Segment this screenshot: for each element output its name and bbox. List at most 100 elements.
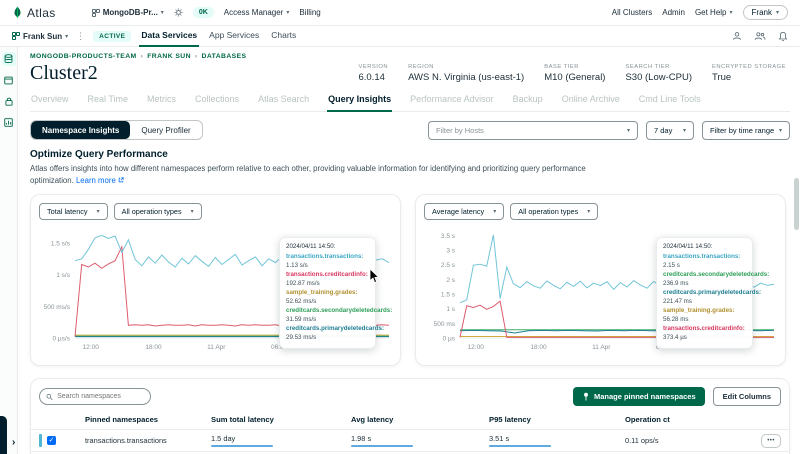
learn-more-link[interactable]: Learn more [76, 176, 124, 185]
cluster-header: Cluster2 VERSION6.0.14REGIONAWS N. Virgi… [30, 62, 790, 85]
access-manager-menu[interactable]: Access Manager ▾ [224, 8, 290, 17]
filter-hosts-select[interactable]: Filter by Hosts ▾ [428, 121, 638, 140]
breadcrumb-separator: › [195, 53, 198, 60]
segment-query-profiler[interactable]: Query Profiler [130, 121, 201, 139]
operation-type-select[interactable]: All operation types ▾ [510, 203, 598, 220]
sidebar-item-security[interactable] [2, 94, 16, 108]
y-axis-tick: 3.5 s [441, 233, 456, 240]
x-axis-tick: 18:00 [530, 344, 547, 351]
cluster-tab-metrics[interactable]: Metrics [146, 89, 177, 112]
filter-period-select[interactable]: 7 day ▾ [646, 121, 694, 140]
latency-charts: Total latency ▾ All operation types ▾ 1.… [30, 194, 790, 366]
filter-hosts-placeholder: Filter by Hosts [436, 126, 484, 135]
bell-icon[interactable] [778, 31, 788, 42]
search-input[interactable] [57, 393, 144, 400]
tooltip-timestamp: 2024/04/11 14:50: [663, 243, 746, 252]
tab-app-services[interactable]: App Services [207, 26, 261, 47]
cluster-tab-performance-advisor[interactable]: Performance Advisor [409, 89, 495, 112]
column-header[interactable]: P95 latency [489, 415, 625, 424]
project-options-icon[interactable]: ⋮ [76, 31, 85, 42]
row-checkbox[interactable]: ✓ [47, 436, 56, 445]
chart-plot-area[interactable]: 3.5 s3 s2.5 s2 s1.5 s1 s500 ms0 µs12:001… [424, 223, 777, 351]
y-axis-tick: 1.5 s [441, 292, 456, 299]
sidebar-item-database[interactable] [2, 52, 16, 66]
tooltip-item: sample_training.grades: 56.28 ms [663, 307, 746, 325]
tab-charts[interactable]: Charts [269, 26, 298, 47]
column-header[interactable]: Operation ct [625, 415, 729, 424]
table-actions: Manage pinned namespaces Edit Columns [573, 387, 781, 406]
org-name: MongoDB-Pr... [103, 8, 158, 17]
edit-columns-button[interactable]: Edit Columns [713, 387, 781, 406]
cluster-stats: VERSION6.0.14REGIONAWS N. Virginia (us-e… [358, 64, 790, 83]
namespace-name[interactable]: transactions.transactions [85, 436, 211, 445]
breadcrumb-link[interactable]: FRANK SUN [147, 53, 191, 60]
breadcrumb-separator: › [141, 53, 144, 60]
breadcrumb-link[interactable]: DATABASES [202, 53, 247, 60]
metric-select-value: Average latency [432, 207, 484, 216]
segment-namespace-insights[interactable]: Namespace Insights [31, 121, 130, 139]
cluster-stat: BASE TIERM10 (General) [544, 64, 605, 83]
project-icon [12, 32, 20, 40]
row-actions-button[interactable]: ••• [761, 434, 781, 448]
billing-label: Billing [299, 8, 320, 17]
org-icon [92, 9, 100, 17]
cluster-tab-online-archive[interactable]: Online Archive [561, 89, 621, 112]
column-header[interactable]: Sum total latency [211, 415, 351, 424]
y-axis-tick: 1 s [446, 306, 455, 313]
org-selector[interactable]: MongoDB-Pr... ▾ [92, 8, 164, 17]
team-icon[interactable] [754, 31, 766, 41]
learn-more-label: Learn more [76, 176, 116, 185]
stat-value: 6.0.14 [358, 72, 388, 83]
cluster-tab-atlas-search[interactable]: Atlas Search [257, 89, 310, 112]
tab-label: App Services [209, 30, 259, 40]
search-icon [46, 393, 53, 401]
operation-type-select[interactable]: All operation types ▾ [114, 203, 202, 220]
table-body: ✓transactions.transactions1.5 day1.98 s3… [31, 430, 789, 454]
cluster-tab-real-time[interactable]: Real Time [87, 89, 130, 112]
user-menu[interactable]: Frank ▾ [743, 5, 788, 20]
metric-select[interactable]: Average latency ▾ [424, 203, 504, 220]
tooltip-item: transactions.creditcardinfo: 373.4 µs [663, 325, 746, 343]
scrollbar-thumb[interactable] [794, 178, 799, 230]
breadcrumb-link[interactable]: MONGODB-PRODUCTS-TEAM [30, 53, 137, 60]
user-profile-icon[interactable] [732, 31, 742, 41]
latency-value-cell: 3.51 s [489, 434, 625, 447]
chevron-down-icon: ▾ [776, 9, 779, 16]
tooltip-item: sample_training.grades: 52.62 ms/s [286, 289, 369, 307]
latency-value-cell: 1.98 s [351, 434, 489, 447]
chart-plot-area[interactable]: 1.5 s/s1 s/s500 ms/s0 µs/s12:0018:0011 A… [39, 223, 392, 351]
external-link-icon [118, 177, 124, 183]
stat-value: M10 (General) [544, 72, 605, 83]
tab-data-services[interactable]: Data Services [139, 26, 199, 47]
cluster-tab-collections[interactable]: Collections [194, 89, 240, 112]
admin-link[interactable]: Admin [662, 8, 685, 17]
segment-label: Namespace Insights [42, 126, 119, 135]
status-ok-badge: 0K [193, 7, 214, 18]
sidebar-expand-chevron-icon[interactable]: › [12, 437, 15, 448]
cluster-tab-overview[interactable]: Overview [30, 89, 70, 112]
sidebar-item-charts[interactable] [2, 115, 16, 129]
all-clusters-link[interactable]: All Clusters [612, 8, 652, 17]
metric-select[interactable]: Total latency ▾ [39, 203, 108, 220]
cluster-tabs: Overview Real Time Metrics Collections Atlas… [30, 89, 790, 112]
top-nav: Atlas MongoDB-Pr... ▾ 0K Access Manager … [0, 0, 800, 26]
stat-value: True [712, 72, 786, 83]
column-header[interactable]: Pinned namespaces [85, 415, 211, 424]
atlas-logo[interactable]: Atlas [12, 5, 56, 20]
cluster-tab-cmd-line-tools[interactable]: Cmd Line Tools [638, 89, 702, 112]
app-window-icon [4, 76, 13, 85]
filter-time-range-select[interactable]: Filter by time range ▾ [702, 121, 790, 140]
namespace-search[interactable] [39, 388, 151, 405]
project-selector[interactable]: Frank Sun ▾ [12, 32, 68, 41]
gear-icon[interactable] [174, 8, 183, 17]
billing-link[interactable]: Billing [299, 8, 320, 17]
cluster-tab-backup[interactable]: Backup [512, 89, 544, 112]
column-header[interactable]: Avg latency [351, 415, 489, 424]
optimize-heading: Optimize Query Performance [30, 149, 790, 160]
cluster-tab-query-insights[interactable]: Query Insights [327, 89, 392, 112]
sidebar-item-app-services[interactable] [2, 73, 16, 87]
database-icon [4, 54, 13, 64]
access-manager-label: Access Manager [224, 8, 284, 17]
get-help-menu[interactable]: Get Help ▾ [695, 8, 733, 17]
manage-pinned-namespaces-button[interactable]: Manage pinned namespaces [573, 387, 705, 406]
